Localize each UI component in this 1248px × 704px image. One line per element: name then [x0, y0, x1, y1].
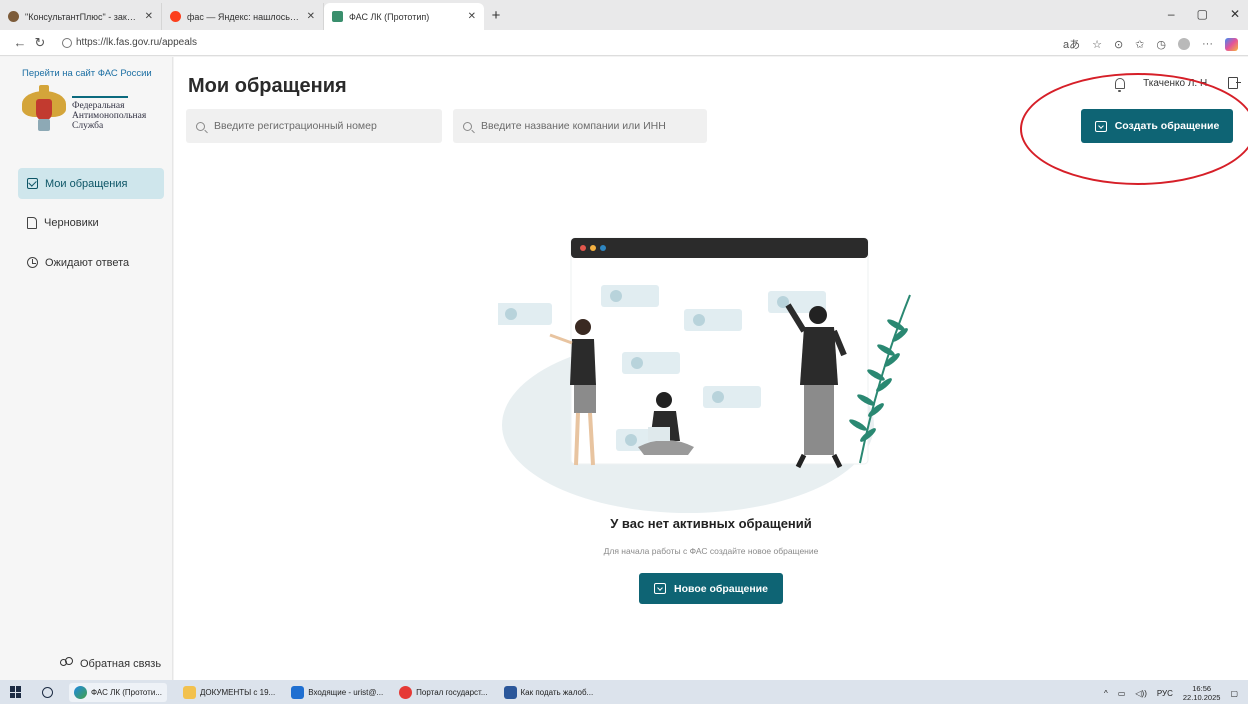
sidebar-item-label: Мои обращения — [45, 177, 128, 190]
profile-avatar-icon[interactable] — [1178, 38, 1190, 50]
company-inn-search[interactable]: Введите название компании или ИНН — [453, 109, 707, 143]
sidebar: Перейти на сайт ФАС России Федеральная А… — [0, 57, 173, 680]
tab-close-icon[interactable]: ✕ — [468, 11, 476, 22]
word-icon — [503, 685, 517, 699]
system-tray: ^ ▭ ◁)) РУС 16:56 22.10.2025 ▢ — [1104, 684, 1238, 702]
logo-line: Антимонопольная — [72, 111, 147, 121]
windows-taskbar: ФАС ЛК (Прототи... ДОКУМЕНТЫ с 19... Вхо… — [0, 680, 1248, 704]
taskbar-item-outlook[interactable]: Входящие - urist@... — [291, 685, 384, 699]
history-icon[interactable]: ◷ — [1156, 38, 1166, 51]
inbox-icon — [1094, 120, 1107, 132]
browser-tab-yandex[interactable]: фас — Яндекс: нашлось 12 млн ✕ — [162, 3, 324, 30]
logo-text: Федеральная Антимонопольная Служба — [72, 85, 146, 131]
windows-start-icon[interactable] — [10, 686, 22, 698]
extension-icon[interactable]: ⊙ — [1114, 38, 1123, 51]
fas-logo[interactable]: Федеральная Антимонопольная Служба — [22, 85, 146, 133]
copilot-icon[interactable] — [1225, 37, 1238, 51]
create-appeal-button[interactable]: Создать обращение — [1081, 109, 1233, 143]
taskbar-item-label: Портал государст... — [416, 687, 488, 697]
search-icon — [463, 121, 472, 131]
clock[interactable]: 16:56 22.10.2025 — [1183, 684, 1221, 702]
clock-date: 22.10.2025 — [1182, 693, 1221, 702]
sidebar-item-label: Ожидают ответа — [45, 256, 130, 269]
outlook-icon — [291, 685, 305, 699]
taskbar-item-label: Входящие - urist@... — [308, 687, 384, 697]
search-company-placeholder: Введите название компании или ИНН — [481, 120, 666, 132]
tray-chevron-icon[interactable]: ^ — [1104, 689, 1108, 698]
logo-line: Служба — [72, 121, 104, 131]
consultant-favicon-icon — [8, 11, 19, 22]
mail-icon — [27, 178, 38, 189]
folder-icon — [182, 685, 196, 699]
taskbar-search-icon[interactable] — [42, 686, 53, 698]
address-bar: ← ↻ https://lk.fas.gov.ru/appeals aあ ☆ ⊙… — [0, 30, 1248, 56]
fas-site-link[interactable]: Перейти на сайт ФАС России — [22, 68, 152, 79]
taskbar-item-label: ФАС ЛК (Прототи... — [91, 687, 162, 697]
feedback-link[interactable]: Обратная связь — [60, 657, 161, 670]
maximize-button[interactable]: ▢ — [1197, 7, 1208, 21]
fas-favicon-icon — [332, 11, 343, 22]
empty-state-illustration — [498, 237, 911, 513]
sidebar-item-awaiting-response[interactable]: Ожидают ответа — [18, 247, 164, 278]
volume-icon[interactable]: ◁)) — [1135, 689, 1146, 698]
create-appeal-label: Создать обращение — [1114, 120, 1220, 132]
reload-icon[interactable]: ↻ — [30, 35, 50, 51]
sidebar-item-my-appeals[interactable]: Мои обращения — [18, 168, 164, 199]
taskbar-item-label: ДОКУМЕНТЫ с 19... — [199, 687, 276, 697]
tab-title: ФАС ЛК (Прототип) — [349, 11, 430, 22]
tab-title: "КонсультантПлюс" - законодат — [25, 11, 139, 22]
document-icon — [27, 216, 37, 229]
new-appeal-button[interactable]: Новое обращение — [639, 573, 783, 604]
feedback-people-icon — [60, 657, 73, 670]
sidebar-item-drafts[interactable]: Черновики — [18, 207, 164, 238]
new-appeal-label: Новое обращение — [674, 582, 768, 595]
logout-icon[interactable] — [1228, 77, 1241, 89]
back-arrow-icon[interactable]: ← — [10, 35, 30, 50]
browser-tab-consultant[interactable]: "КонсультантПлюс" - законодат ✕ — [0, 3, 162, 30]
yandex-browser-icon — [399, 685, 413, 699]
window-controls: – ▢ ✕ — [1168, 7, 1240, 21]
page-title: Мои обращения — [188, 75, 347, 97]
browser-toolbar: aあ ☆ ⊙ ✩ ◷ ··· — [1063, 36, 1238, 52]
site-info-icon[interactable] — [62, 37, 72, 48]
notifications-icon[interactable]: ▢ — [1230, 689, 1238, 698]
feedback-label: Обратная связь — [80, 657, 162, 670]
search-reg-placeholder: Введите регистрационный номер — [214, 120, 377, 132]
read-aloud-icon[interactable]: aあ — [1063, 36, 1080, 52]
search-icon — [196, 121, 205, 131]
taskbar-item-folder[interactable]: ДОКУМЕНТЫ с 19... — [182, 685, 276, 699]
taskbar-item-label: Как подать жалоб... — [520, 687, 594, 697]
main-content: Мои обращения Введите регистрационный но… — [174, 57, 1248, 680]
taskbar-item-word[interactable]: Как подать жалоб... — [503, 685, 594, 699]
coat-of-arms-icon — [22, 85, 66, 133]
network-icon[interactable]: ▭ — [1118, 689, 1126, 698]
taskbar-item-edge[interactable]: ФАС ЛК (Прототи... — [69, 682, 167, 702]
edge-icon — [74, 685, 87, 699]
sidebar-item-label: Черновики — [44, 216, 99, 229]
tab-close-icon[interactable]: ✕ — [307, 11, 315, 22]
minimize-button[interactable]: – — [1168, 7, 1175, 21]
logo-line: Федеральная — [72, 101, 125, 111]
url-field[interactable]: https://lk.fas.gov.ru/appeals — [62, 37, 197, 48]
clock-time: 16:56 — [1192, 684, 1212, 693]
more-menu-icon[interactable]: ··· — [1202, 38, 1213, 50]
new-tab-button[interactable]: + — [484, 7, 508, 24]
empty-state-subtitle: Для начала работы с ФАС создайте новое о… — [603, 546, 819, 556]
language-indicator[interactable]: РУС — [1157, 689, 1173, 698]
yandex-favicon-icon — [170, 11, 181, 22]
browser-tab-fas[interactable]: ФАС ЛК (Прототип) ✕ — [324, 3, 484, 30]
url-text: https://lk.fas.gov.ru/appeals — [76, 37, 197, 48]
taskbar-item-yandex-browser[interactable]: Портал государст... — [399, 685, 488, 699]
inbox-icon — [654, 583, 666, 594]
registration-number-search[interactable]: Введите регистрационный номер — [186, 109, 442, 143]
close-window-button[interactable]: ✕ — [1230, 7, 1240, 21]
tab-close-icon[interactable]: ✕ — [145, 11, 153, 22]
clock-icon — [27, 257, 38, 268]
tab-title: фас — Яндекс: нашлось 12 млн — [187, 11, 301, 22]
favorites-icon[interactable]: ✩ — [1135, 38, 1144, 51]
empty-state-title: У вас нет активных обращений — [610, 516, 812, 531]
browser-tab-bar: "КонсультантПлюс" - законодат ✕ фас — Ян… — [0, 0, 1248, 30]
favorite-star-icon[interactable]: ☆ — [1092, 38, 1102, 51]
